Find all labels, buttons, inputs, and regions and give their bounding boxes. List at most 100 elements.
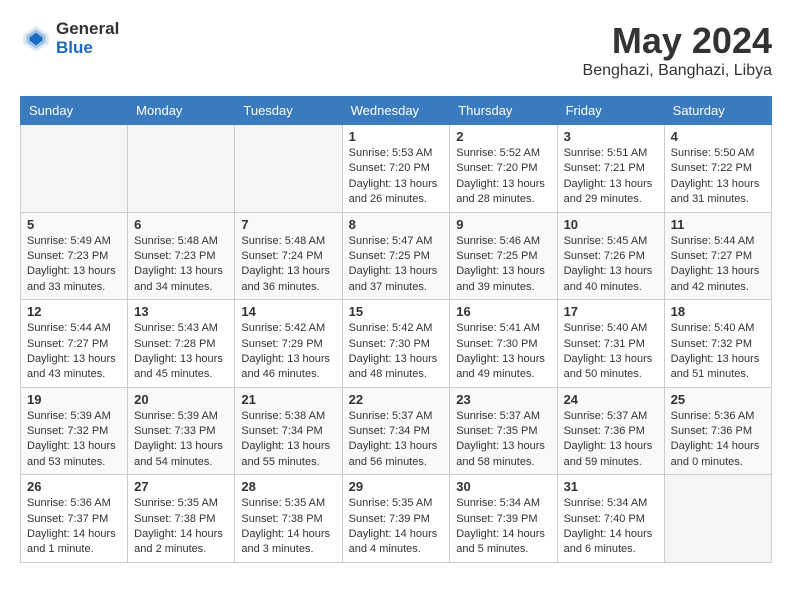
calendar-cell: 22 Sunrise: 5:37 AMSunset: 7:34 PMDayligh… [342,387,450,475]
calendar-cell: 29Sunrise: 5:35 AMSunset: 7:39 PMDayligh… [342,475,450,563]
day-info: Sunrise: 5:44 AMSunset: 7:27 PMDaylight:… [671,234,765,296]
day-number: 9 [456,217,550,232]
calendar-week-3: 12Sunrise: 5:44 AMSunset: 7:27 PMDayligh… [21,300,772,388]
day-info: Sunrise: 5:51 AMSunset: 7:21 PMDaylight:… [564,146,658,208]
day-info: Sunrise: 5:43 AMSunset: 7:28 PMDaylight:… [134,321,228,383]
weekday-header-row: SundayMondayTuesdayWednesdayThursdayFrid… [21,97,772,125]
calendar-cell [235,125,342,213]
day-number: 17 [564,304,658,319]
day-number: 2 [456,129,550,144]
day-info: Sunrise: 5:39 AMSunset: 7:32 PMDaylight:… [27,409,121,471]
day-info: Sunrise: 5:35 AMSunset: 7:38 PMDaylight:… [134,496,228,558]
calendar-cell: 25Sunrise: 5:36 AMSunset: 7:36 PMDayligh… [664,387,771,475]
day-number: 6 [134,217,228,232]
calendar-cell: 9 Sunrise: 5:46 AMSunset: 7:25 PMDaylight… [450,212,557,300]
calendar-cell [21,125,128,213]
day-number: 11 [671,217,765,232]
day-info: Sunrise: 5:40 AMSunset: 7:32 PMDaylight:… [671,321,765,383]
calendar-cell: 10 Sunrise: 5:45 AMSunset: 7:26 PMDayligh… [557,212,664,300]
calendar-cell: 19 Sunrise: 5:39 AMSunset: 7:32 PMDayligh… [21,387,128,475]
calendar-cell: 11 Sunrise: 5:44 AMSunset: 7:27 PMDayligh… [664,212,771,300]
day-info: Sunrise: 5:34 AMSunset: 7:40 PMDaylight:… [564,496,658,558]
calendar-cell: 3Sunrise: 5:51 AMSunset: 7:21 PMDaylight… [557,125,664,213]
calendar-cell: 5 Sunrise: 5:49 AMSunset: 7:23 PMDaylight… [21,212,128,300]
day-info: Sunrise: 5:46 AMSunset: 7:25 PMDaylight:… [456,234,550,296]
calendar-cell: 12Sunrise: 5:44 AMSunset: 7:27 PMDayligh… [21,300,128,388]
day-info: Sunrise: 5:37 AMSunset: 7:35 PMDaylight:… [456,409,550,471]
day-info: Sunrise: 5:39 AMSunset: 7:33 PMDaylight:… [134,409,228,471]
title-block: May 2024 Benghazi, Banghazi, Libya [583,20,772,80]
day-number: 27 [134,479,228,494]
day-number: 23 [456,392,550,407]
day-info: Sunrise: 5:40 AMSunset: 7:31 PMDaylight:… [564,321,658,383]
day-number: 18 [671,304,765,319]
day-info: Sunrise: 5:42 AMSunset: 7:30 PMDaylight:… [349,321,444,383]
logo-text: General Blue [56,20,119,57]
weekday-header-monday: Monday [128,97,235,125]
calendar-cell: 28 Sunrise: 5:35 AMSunset: 7:38 PMDayligh… [235,475,342,563]
day-info: Sunrise: 5:50 AMSunset: 7:22 PMDaylight:… [671,146,765,208]
day-number: 10 [564,217,658,232]
day-info: Sunrise: 5:36 AMSunset: 7:37 PMDaylight:… [27,496,121,558]
location: Benghazi, Banghazi, Libya [583,62,772,80]
day-info: Sunrise: 5:41 AMSunset: 7:30 PMDaylight:… [456,321,550,383]
day-number: 14 [241,304,335,319]
day-number: 22 [349,392,444,407]
weekday-header-thursday: Thursday [450,97,557,125]
day-number: 12 [27,304,121,319]
calendar-cell: 16Sunrise: 5:41 AMSunset: 7:30 PMDayligh… [450,300,557,388]
day-number: 30 [456,479,550,494]
calendar-week-5: 26Sunrise: 5:36 AMSunset: 7:37 PMDayligh… [21,475,772,563]
day-info: Sunrise: 5:35 AMSunset: 7:38 PMDaylight:… [241,496,335,558]
day-number: 1 [349,129,444,144]
page-header: General Blue May 2024 Benghazi, Banghazi… [20,20,772,80]
day-info: Sunrise: 5:45 AMSunset: 7:26 PMDaylight:… [564,234,658,296]
calendar-cell: 17 Sunrise: 5:40 AMSunset: 7:31 PMDayligh… [557,300,664,388]
day-info: Sunrise: 5:52 AMSunset: 7:20 PMDaylight:… [456,146,550,208]
calendar-cell: 1 Sunrise: 5:53 AMSunset: 7:20 PMDaylight… [342,125,450,213]
calendar-cell: 30 Sunrise: 5:34 AMSunset: 7:39 PMDayligh… [450,475,557,563]
calendar-cell: 13 Sunrise: 5:43 AMSunset: 7:28 PMDayligh… [128,300,235,388]
day-number: 31 [564,479,658,494]
calendar-cell: 14 Sunrise: 5:42 AMSunset: 7:29 PMDayligh… [235,300,342,388]
day-info: Sunrise: 5:34 AMSunset: 7:39 PMDaylight:… [456,496,550,558]
weekday-header-friday: Friday [557,97,664,125]
day-number: 19 [27,392,121,407]
day-info: Sunrise: 5:36 AMSunset: 7:36 PMDaylight:… [671,409,765,471]
calendar-cell: 7Sunrise: 5:48 AMSunset: 7:24 PMDaylight… [235,212,342,300]
day-info: Sunrise: 5:37 AMSunset: 7:34 PMDaylight:… [349,409,444,471]
day-number: 28 [241,479,335,494]
calendar-cell: 27 Sunrise: 5:35 AMSunset: 7:38 PMDayligh… [128,475,235,563]
day-number: 24 [564,392,658,407]
calendar: SundayMondayTuesdayWednesdayThursdayFrid… [20,96,772,563]
day-info: Sunrise: 5:42 AMSunset: 7:29 PMDaylight:… [241,321,335,383]
calendar-cell: 24Sunrise: 5:37 AMSunset: 7:36 PMDayligh… [557,387,664,475]
calendar-week-1: 1 Sunrise: 5:53 AMSunset: 7:20 PMDaylight… [21,125,772,213]
month-title: May 2024 [583,20,772,62]
day-number: 5 [27,217,121,232]
calendar-week-4: 19 Sunrise: 5:39 AMSunset: 7:32 PMDayligh… [21,387,772,475]
logo-general: General [56,20,119,39]
logo-blue: Blue [56,39,119,58]
weekday-header-sunday: Sunday [21,97,128,125]
day-number: 21 [241,392,335,407]
calendar-cell: 8Sunrise: 5:47 AMSunset: 7:25 PMDaylight… [342,212,450,300]
day-number: 7 [241,217,335,232]
day-number: 20 [134,392,228,407]
calendar-cell: 2 Sunrise: 5:52 AMSunset: 7:20 PMDaylight… [450,125,557,213]
day-info: Sunrise: 5:48 AMSunset: 7:23 PMDaylight:… [134,234,228,296]
calendar-cell: 18 Sunrise: 5:40 AMSunset: 7:32 PMDayligh… [664,300,771,388]
calendar-cell: 26Sunrise: 5:36 AMSunset: 7:37 PMDayligh… [21,475,128,563]
logo: General Blue [20,20,119,57]
day-info: Sunrise: 5:49 AMSunset: 7:23 PMDaylight:… [27,234,121,296]
calendar-cell: 31 Sunrise: 5:34 AMSunset: 7:40 PMDayligh… [557,475,664,563]
day-number: 4 [671,129,765,144]
day-info: Sunrise: 5:53 AMSunset: 7:20 PMDaylight:… [349,146,444,208]
logo-icon [20,23,52,55]
day-number: 13 [134,304,228,319]
day-info: Sunrise: 5:35 AMSunset: 7:39 PMDaylight:… [349,496,444,558]
calendar-cell: 6 Sunrise: 5:48 AMSunset: 7:23 PMDaylight… [128,212,235,300]
calendar-cell: 21Sunrise: 5:38 AMSunset: 7:34 PMDayligh… [235,387,342,475]
day-number: 15 [349,304,444,319]
calendar-cell: 4 Sunrise: 5:50 AMSunset: 7:22 PMDaylight… [664,125,771,213]
